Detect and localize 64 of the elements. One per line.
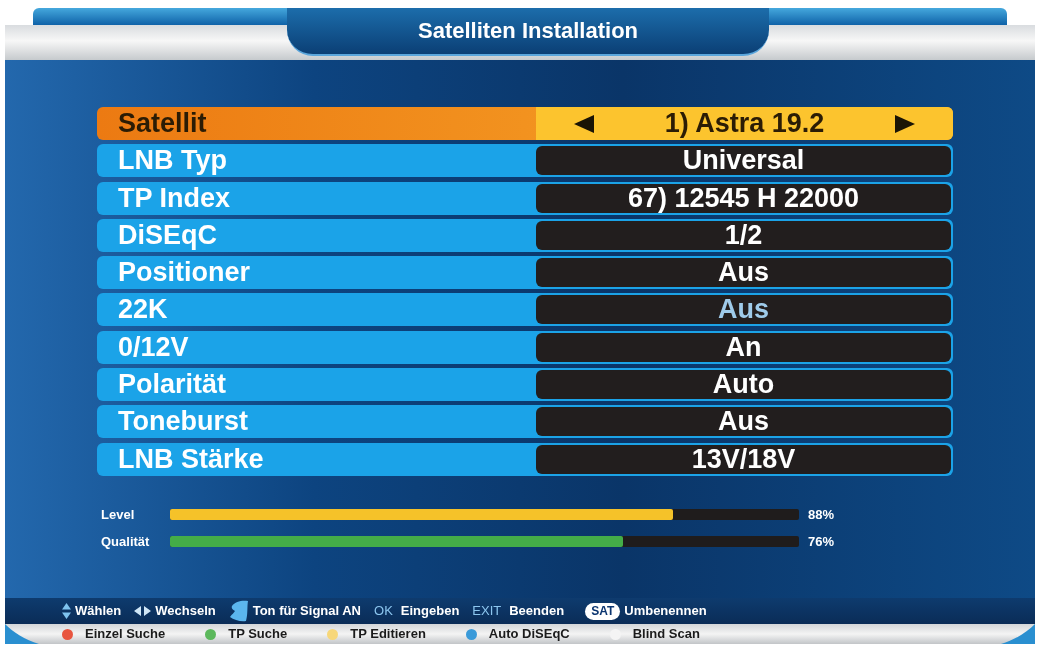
row-label: Toneburst — [117, 408, 249, 436]
menu-row[interactable]: LNB Typ Universal — [97, 144, 953, 178]
left-triangle-icon — [574, 114, 594, 133]
value-field[interactable]: 67) 12545 H 22000 — [536, 183, 951, 213]
field-value: Universal — [682, 147, 805, 175]
menu-row[interactable]: DiSEqC 1/2 — [97, 218, 953, 252]
row-label: DiSEqC — [117, 221, 218, 249]
row-label: Polarität — [117, 371, 228, 399]
row-label: LNB Typ — [117, 147, 228, 175]
value-field[interactable]: Auto — [536, 370, 951, 400]
menu-row[interactable]: Positioner Aus — [97, 256, 953, 290]
corner-wedge-icon — [1001, 624, 1035, 644]
field-value: Aus — [718, 259, 769, 287]
window-title: Satelliten Installation — [417, 20, 638, 42]
field-value: 1) Astra 19.2 — [664, 110, 825, 137]
row-label: 22K — [117, 296, 169, 324]
meter-reading: 88% — [808, 505, 835, 524]
field-value: 1/2 — [724, 221, 763, 249]
field-value: Auto — [712, 371, 775, 399]
key-label: EXIT — [472, 602, 502, 621]
field-value: 67) 12545 H 22000 — [627, 184, 860, 212]
corner-wedge-icon — [5, 624, 39, 644]
meter-label: Qualität — [101, 532, 151, 551]
value-field[interactable]: 1) Astra 19.2 — [536, 107, 953, 140]
value-field[interactable]: 1/2 — [536, 220, 951, 250]
field-value: Aus — [718, 296, 769, 324]
help-text: Eingeben — [400, 602, 460, 621]
field-value: An — [725, 333, 762, 361]
help-text: Wählen — [75, 602, 122, 621]
value-field[interactable]: 13V/18V — [536, 444, 951, 474]
menu-row[interactable]: 0/12V An — [97, 330, 953, 364]
value-field[interactable]: An — [536, 332, 951, 362]
menu-row[interactable]: Toneburst Aus — [97, 405, 953, 439]
color-key-text: TP Editieren — [350, 625, 426, 644]
color-key-text: Blind Scan — [632, 625, 700, 644]
help-text: Beenden — [509, 602, 565, 621]
row-label: 0/12V — [117, 333, 190, 361]
row-label: Positioner — [117, 259, 252, 287]
key-label: OK — [374, 602, 393, 621]
row-label: LNB Stärke — [117, 445, 265, 473]
menu-row[interactable]: Satellit 1) Astra 19.2 — [97, 107, 953, 140]
row-label: Satellit — [117, 110, 208, 137]
value-field[interactable]: Aus — [536, 407, 951, 437]
menu-row[interactable]: Polarität Auto — [97, 368, 953, 402]
right-triangle-icon — [895, 114, 915, 133]
help-text: Ton für Signal AN — [252, 602, 361, 621]
menu-row[interactable]: LNB Stärke 13V/18V — [97, 442, 953, 476]
value-field[interactable]: Aus — [536, 258, 951, 288]
blob-icon — [228, 600, 249, 622]
remote-key-badge: SAT — [585, 602, 621, 620]
menu-row[interactable]: TP Index 67) 12545 H 22000 — [97, 181, 953, 215]
help-text: Umbenennen — [624, 602, 707, 621]
field-value: Aus — [718, 408, 769, 436]
meter-reading: 76% — [808, 532, 835, 551]
row-label: TP Index — [117, 184, 232, 212]
value-field[interactable]: Universal — [536, 146, 951, 176]
meter-label: Level — [101, 505, 136, 524]
help-text: Wechseln — [155, 602, 216, 621]
color-key-text: TP Suche — [228, 625, 288, 644]
up-down-arrows-icon — [62, 603, 71, 619]
field-value: 13V/18V — [691, 445, 796, 473]
left-right-arrows-icon — [134, 606, 152, 616]
color-key-text: Auto DiSEqC — [488, 625, 570, 644]
color-key-text: Einzel Suche — [85, 625, 166, 644]
